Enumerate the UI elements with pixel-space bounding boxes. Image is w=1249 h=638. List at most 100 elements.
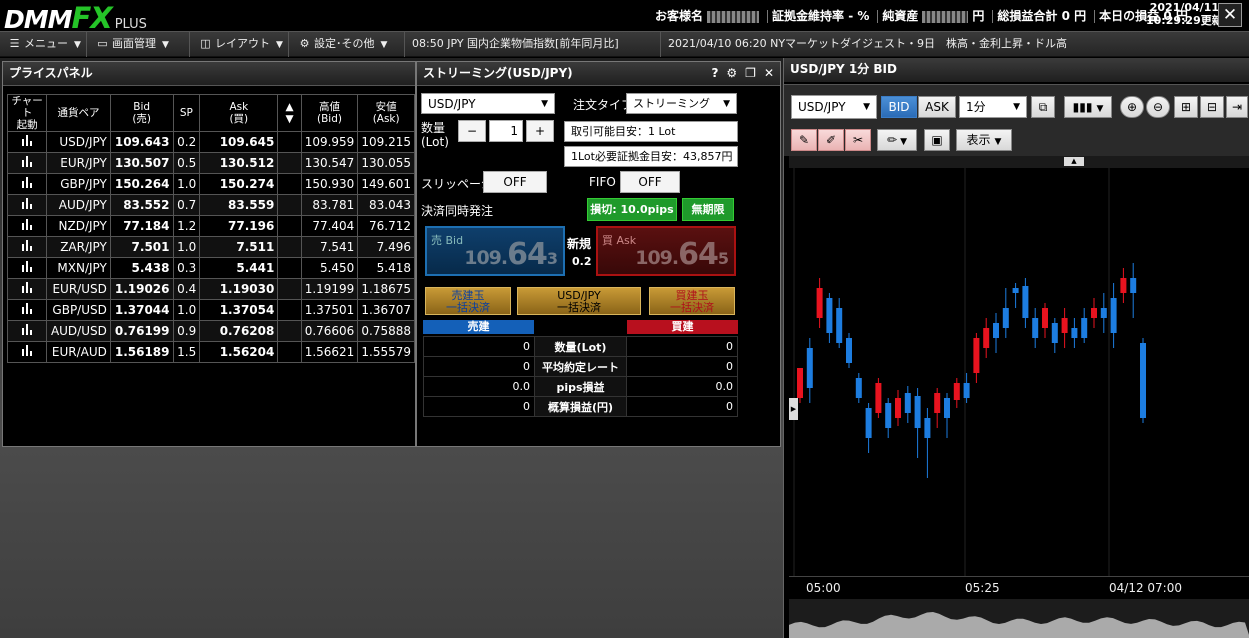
ask-cell[interactable]: 130.512 — [199, 152, 279, 174]
ask-cell[interactable]: 83.559 — [199, 194, 279, 216]
draw-edit-icon[interactable]: ✐ — [818, 129, 844, 151]
chart-launch-icon[interactable] — [6, 152, 48, 174]
ask-cell[interactable]: 7.511 — [199, 236, 279, 258]
screenshot-icon[interactable]: ▣ — [924, 129, 950, 151]
bid-cell[interactable]: 1.37044 — [109, 299, 174, 321]
news-ticker-2[interactable]: 2021/04/10 06:20 NYマーケットダイジェスト・9日 株高・金利上… — [662, 32, 1249, 57]
price-row[interactable]: EUR/JPY 130.507 0.5 130.512 130.547 130.055 — [6, 152, 415, 174]
bid-cell[interactable]: 5.438 — [109, 257, 174, 279]
chart-launch-icon[interactable] — [6, 131, 48, 153]
bid-cell[interactable]: 150.264 — [109, 173, 174, 195]
link-icon[interactable]: ⧉ — [1031, 96, 1055, 118]
bid-cell[interactable]: 1.56189 — [109, 341, 174, 363]
ask-cell[interactable]: 1.56204 — [199, 341, 279, 363]
menu-button[interactable]: ☰ メニュー ▼ — [0, 32, 87, 57]
ask-cell[interactable]: 5.441 — [199, 257, 279, 279]
buy-position-close-button[interactable]: 買建玉 一括決済 — [649, 287, 735, 315]
x-tick: 04/12 07:00 — [1109, 581, 1182, 595]
price-row[interactable]: MXN/JPY 5.438 0.3 5.441 5.450 5.418 — [6, 257, 415, 279]
chart-launch-icon[interactable] — [6, 278, 48, 300]
col-bid[interactable]: Bid (売) — [109, 94, 174, 132]
ask-cell[interactable]: 1.19030 — [199, 278, 279, 300]
pair-select[interactable]: USD/JPY ▼ — [421, 93, 555, 114]
split-icon[interactable]: ⊟ — [1200, 96, 1224, 118]
price-row[interactable]: AUD/JPY 83.552 0.7 83.559 83.781 83.043 — [6, 194, 415, 216]
zoom-out-icon[interactable]: ⊖ — [1146, 96, 1170, 118]
chart-type-button[interactable]: ▮▮▮ ▼ — [1064, 96, 1112, 118]
chart-launch-icon[interactable] — [6, 341, 48, 363]
sell-position-close-button[interactable]: 売建玉 一括決済 — [425, 287, 511, 315]
pen-tool-button[interactable]: ✏ ▼ — [877, 129, 917, 151]
news-ticker-1[interactable]: 08:50 JPY 国内企業物価指数[前年同月比] — [406, 32, 661, 57]
low-cell: 1.18675 — [357, 278, 415, 300]
close-app-button[interactable]: ✕ — [1218, 3, 1242, 27]
ask-cell[interactable]: 1.37054 — [199, 299, 279, 321]
draw-delete-icon[interactable]: ✂ — [845, 129, 871, 151]
unlimited-button[interactable]: 無期限 — [682, 198, 734, 221]
sort-cell — [277, 299, 302, 321]
stoploss-button[interactable]: 損切: 10.0pips — [587, 198, 677, 221]
high-cell: 1.56621 — [300, 341, 359, 363]
gear-icon[interactable]: ⚙ — [726, 66, 737, 80]
chart-navigator[interactable] — [789, 599, 1249, 638]
col-ask[interactable]: Ask (買) — [199, 94, 279, 132]
price-row[interactable]: EUR/AUD 1.56189 1.5 1.56204 1.56621 1.55579 — [6, 341, 415, 363]
bid-cell[interactable]: 0.76199 — [109, 320, 174, 342]
settings-button[interactable]: ⚙ 設定･その他 ▼ — [290, 32, 405, 57]
pair-close-all-button[interactable]: USD/JPY 一括決済 — [517, 287, 641, 315]
bid-cell[interactable]: 77.184 — [109, 215, 174, 237]
position-row: 0 数量(Lot) 0 — [423, 336, 738, 357]
period-select[interactable]: 1分 ▼ — [959, 96, 1027, 118]
qty-plus-button[interactable]: + — [526, 120, 554, 142]
high-cell: 109.959 — [300, 131, 359, 153]
order-type-select[interactable]: ストリーミング ▼ — [626, 93, 737, 114]
chart-launch-icon[interactable] — [6, 236, 48, 258]
col-sort[interactable]: ▲ ▼ — [277, 94, 302, 132]
chart-launch-icon[interactable] — [6, 320, 48, 342]
popout-icon[interactable]: ❐ — [745, 66, 756, 80]
collapse-handle-icon[interactable]: ▲ — [1064, 157, 1084, 166]
scroll-end-icon[interactable]: ⇥ — [1226, 96, 1248, 118]
price-row[interactable]: USD/JPY 109.643 0.2 109.645 109.959 109.215 — [6, 131, 415, 153]
layout-button[interactable]: ◫ レイアウト ▼ — [191, 32, 289, 57]
ask-toggle-button[interactable]: ASK — [918, 96, 956, 118]
ask-cell[interactable]: 150.274 — [199, 173, 279, 195]
bid-cell[interactable]: 109.643 — [109, 131, 174, 153]
price-row[interactable]: GBP/USD 1.37044 1.0 1.37054 1.37501 1.36707 — [6, 299, 415, 321]
chart-launch-icon[interactable] — [6, 194, 48, 216]
bid-cell[interactable]: 7.501 — [109, 236, 174, 258]
expand-handle-icon[interactable]: ▶ — [789, 398, 798, 420]
screen-manage-button[interactable]: ▭ 画面管理 ▼ — [88, 32, 190, 57]
ask-cell[interactable]: 77.196 — [199, 215, 279, 237]
bid-cell[interactable]: 83.552 — [109, 194, 174, 216]
price-row[interactable]: ZAR/JPY 7.501 1.0 7.511 7.541 7.496 — [6, 236, 415, 258]
fit-icon[interactable]: ⊞ — [1174, 96, 1198, 118]
bid-toggle-button[interactable]: BID — [881, 96, 917, 118]
bid-cell[interactable]: 130.507 — [109, 152, 174, 174]
qty-minus-button[interactable]: − — [458, 120, 486, 142]
chart-pair-select[interactable]: USD/JPY ▼ — [791, 95, 877, 119]
close-icon[interactable]: ✕ — [764, 66, 774, 80]
sell-bid-button[interactable]: 売 Bid 109.643 — [425, 226, 565, 276]
price-row[interactable]: EUR/USD 1.19026 0.4 1.19030 1.19199 1.18675 — [6, 278, 415, 300]
candlestick-chart[interactable] — [789, 168, 1249, 576]
chart-launch-icon[interactable] — [6, 215, 48, 237]
chart-launch-icon[interactable] — [6, 257, 48, 279]
chevron-down-icon: ▼ — [994, 137, 1002, 147]
help-icon[interactable]: ? — [711, 66, 718, 80]
bid-cell[interactable]: 1.19026 — [109, 278, 174, 300]
slippage-toggle[interactable]: OFF — [483, 171, 547, 193]
buy-ask-button[interactable]: 買 Ask 109.645 — [596, 226, 736, 276]
qty-input[interactable]: 1 — [489, 120, 523, 142]
fifo-toggle[interactable]: OFF — [620, 171, 680, 193]
ask-cell[interactable]: 0.76208 — [199, 320, 279, 342]
display-button[interactable]: 表示 ▼ — [956, 129, 1012, 151]
price-row[interactable]: GBP/JPY 150.264 1.0 150.274 150.930 149.601 — [6, 173, 415, 195]
chart-launch-icon[interactable] — [6, 299, 48, 321]
chart-launch-icon[interactable] — [6, 173, 48, 195]
zoom-in-icon[interactable]: ⊕ — [1120, 96, 1144, 118]
ask-cell[interactable]: 109.645 — [199, 131, 279, 153]
draw-add-icon[interactable]: ✎ — [791, 129, 817, 151]
price-row[interactable]: AUD/USD 0.76199 0.9 0.76208 0.76606 0.75888 — [6, 320, 415, 342]
price-row[interactable]: NZD/JPY 77.184 1.2 77.196 77.404 76.712 — [6, 215, 415, 237]
